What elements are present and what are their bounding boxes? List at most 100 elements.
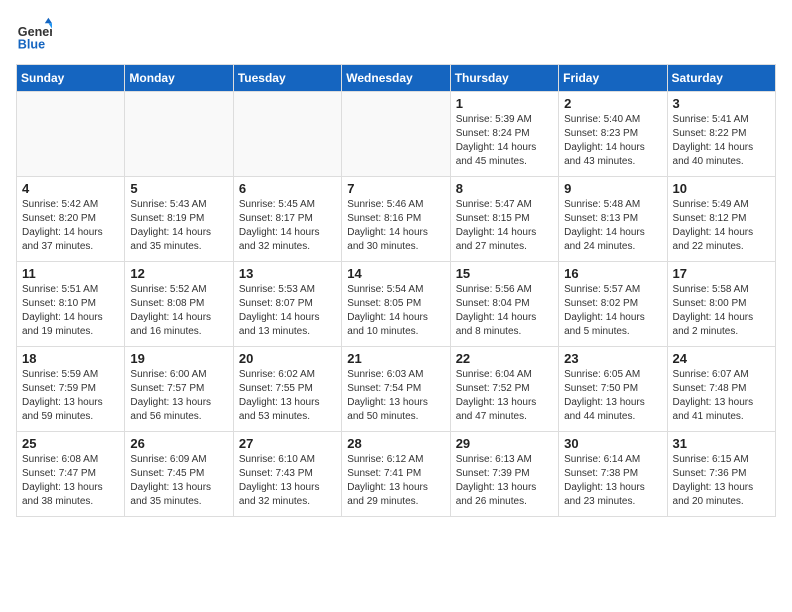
day-number: 18 [22, 351, 119, 366]
day-content: Sunrise: 5:51 AM Sunset: 8:10 PM Dayligh… [22, 283, 119, 339]
day-number: 11 [22, 266, 119, 281]
day-content: Sunrise: 5:42 AM Sunset: 8:20 PM Dayligh… [22, 198, 119, 254]
day-number: 23 [564, 351, 661, 366]
day-number: 27 [239, 436, 336, 451]
day-number: 16 [564, 266, 661, 281]
page-header: General Blue [16, 16, 776, 52]
calendar-cell: 5 Sunrise: 5:43 AM Sunset: 8:19 PM Daylig… [125, 177, 233, 262]
day-number: 4 [22, 181, 119, 196]
day-content: Sunrise: 5:57 AM Sunset: 8:02 PM Dayligh… [564, 283, 661, 339]
day-header-tuesday: Tuesday [233, 65, 341, 92]
calendar-cell: 19 Sunrise: 6:00 AM Sunset: 7:57 PM Dayli… [125, 347, 233, 432]
week-row-2: 4 Sunrise: 5:42 AM Sunset: 8:20 PM Daylig… [17, 177, 776, 262]
calendar-cell [125, 92, 233, 177]
week-row-5: 25 Sunrise: 6:08 AM Sunset: 7:47 PM Dayli… [17, 432, 776, 517]
calendar-cell: 20 Sunrise: 6:02 AM Sunset: 7:55 PM Dayli… [233, 347, 341, 432]
day-content: Sunrise: 6:02 AM Sunset: 7:55 PM Dayligh… [239, 368, 336, 424]
calendar-cell: 11 Sunrise: 5:51 AM Sunset: 8:10 PM Dayli… [17, 262, 125, 347]
day-content: Sunrise: 6:10 AM Sunset: 7:43 PM Dayligh… [239, 453, 336, 509]
day-number: 21 [347, 351, 444, 366]
day-number: 31 [673, 436, 770, 451]
calendar-cell: 15 Sunrise: 5:56 AM Sunset: 8:04 PM Dayli… [450, 262, 558, 347]
day-number: 20 [239, 351, 336, 366]
day-number: 30 [564, 436, 661, 451]
day-content: Sunrise: 5:56 AM Sunset: 8:04 PM Dayligh… [456, 283, 553, 339]
day-content: Sunrise: 5:49 AM Sunset: 8:12 PM Dayligh… [673, 198, 770, 254]
calendar-cell: 7 Sunrise: 5:46 AM Sunset: 8:16 PM Daylig… [342, 177, 450, 262]
day-content: Sunrise: 5:40 AM Sunset: 8:23 PM Dayligh… [564, 113, 661, 169]
calendar-cell: 21 Sunrise: 6:03 AM Sunset: 7:54 PM Dayli… [342, 347, 450, 432]
logo: General Blue [16, 16, 52, 52]
day-number: 25 [22, 436, 119, 451]
day-number: 10 [673, 181, 770, 196]
day-content: Sunrise: 6:13 AM Sunset: 7:39 PM Dayligh… [456, 453, 553, 509]
calendar-cell: 12 Sunrise: 5:52 AM Sunset: 8:08 PM Dayli… [125, 262, 233, 347]
day-header-wednesday: Wednesday [342, 65, 450, 92]
day-content: Sunrise: 5:52 AM Sunset: 8:08 PM Dayligh… [130, 283, 227, 339]
day-header-sunday: Sunday [17, 65, 125, 92]
day-content: Sunrise: 6:09 AM Sunset: 7:45 PM Dayligh… [130, 453, 227, 509]
day-content: Sunrise: 5:45 AM Sunset: 8:17 PM Dayligh… [239, 198, 336, 254]
calendar-cell: 30Sunrise: 6:14 AM Sunset: 7:38 PM Dayli… [559, 432, 667, 517]
day-number: 5 [130, 181, 227, 196]
day-header-thursday: Thursday [450, 65, 558, 92]
calendar-cell: 9 Sunrise: 5:48 AM Sunset: 8:13 PM Daylig… [559, 177, 667, 262]
calendar-cell: 14Sunrise: 5:54 AM Sunset: 8:05 PM Dayli… [342, 262, 450, 347]
week-row-4: 18 Sunrise: 5:59 AM Sunset: 7:59 PM Dayli… [17, 347, 776, 432]
day-content: Sunrise: 5:48 AM Sunset: 8:13 PM Dayligh… [564, 198, 661, 254]
day-number: 17 [673, 266, 770, 281]
days-header-row: SundayMondayTuesdayWednesdayThursdayFrid… [17, 65, 776, 92]
calendar-cell: 2 Sunrise: 5:40 AM Sunset: 8:23 PM Daylig… [559, 92, 667, 177]
calendar-table: SundayMondayTuesdayWednesdayThursdayFrid… [16, 64, 776, 517]
day-number: 29 [456, 436, 553, 451]
calendar-cell: 8Sunrise: 5:47 AM Sunset: 8:15 PM Daylig… [450, 177, 558, 262]
day-content: Sunrise: 6:03 AM Sunset: 7:54 PM Dayligh… [347, 368, 444, 424]
day-header-monday: Monday [125, 65, 233, 92]
day-number: 28 [347, 436, 444, 451]
calendar-cell: 31 Sunrise: 6:15 AM Sunset: 7:36 PM Dayli… [667, 432, 775, 517]
calendar-cell: 1Sunrise: 5:39 AM Sunset: 8:24 PM Daylig… [450, 92, 558, 177]
day-number: 26 [130, 436, 227, 451]
day-content: Sunrise: 6:07 AM Sunset: 7:48 PM Dayligh… [673, 368, 770, 424]
calendar-cell: 3Sunrise: 5:41 AM Sunset: 8:22 PM Daylig… [667, 92, 775, 177]
day-content: Sunrise: 6:15 AM Sunset: 7:36 PM Dayligh… [673, 453, 770, 509]
calendar-cell: 25 Sunrise: 6:08 AM Sunset: 7:47 PM Dayli… [17, 432, 125, 517]
day-header-friday: Friday [559, 65, 667, 92]
day-number: 9 [564, 181, 661, 196]
calendar-cell [17, 92, 125, 177]
day-content: Sunrise: 5:58 AM Sunset: 8:00 PM Dayligh… [673, 283, 770, 339]
calendar-cell: 4 Sunrise: 5:42 AM Sunset: 8:20 PM Daylig… [17, 177, 125, 262]
calendar-cell: 18 Sunrise: 5:59 AM Sunset: 7:59 PM Dayli… [17, 347, 125, 432]
day-number: 14 [347, 266, 444, 281]
day-number: 8 [456, 181, 553, 196]
day-content: Sunrise: 6:08 AM Sunset: 7:47 PM Dayligh… [22, 453, 119, 509]
svg-text:Blue: Blue [18, 37, 45, 51]
day-number: 22 [456, 351, 553, 366]
calendar-cell: 13Sunrise: 5:53 AM Sunset: 8:07 PM Dayli… [233, 262, 341, 347]
day-number: 19 [130, 351, 227, 366]
day-content: Sunrise: 5:46 AM Sunset: 8:16 PM Dayligh… [347, 198, 444, 254]
day-number: 2 [564, 96, 661, 111]
calendar-cell: 23Sunrise: 6:05 AM Sunset: 7:50 PM Dayli… [559, 347, 667, 432]
day-number: 24 [673, 351, 770, 366]
week-row-1: 1Sunrise: 5:39 AM Sunset: 8:24 PM Daylig… [17, 92, 776, 177]
day-number: 3 [673, 96, 770, 111]
day-content: Sunrise: 6:04 AM Sunset: 7:52 PM Dayligh… [456, 368, 553, 424]
logo-icon: General Blue [16, 16, 52, 52]
calendar-cell: 29 Sunrise: 6:13 AM Sunset: 7:39 PM Dayli… [450, 432, 558, 517]
day-number: 15 [456, 266, 553, 281]
calendar-cell [233, 92, 341, 177]
calendar-cell: 22 Sunrise: 6:04 AM Sunset: 7:52 PM Dayli… [450, 347, 558, 432]
calendar-cell: 24 Sunrise: 6:07 AM Sunset: 7:48 PM Dayli… [667, 347, 775, 432]
calendar-cell: 17 Sunrise: 5:58 AM Sunset: 8:00 PM Dayli… [667, 262, 775, 347]
day-content: Sunrise: 5:53 AM Sunset: 8:07 PM Dayligh… [239, 283, 336, 339]
calendar-cell: 27 Sunrise: 6:10 AM Sunset: 7:43 PM Dayli… [233, 432, 341, 517]
day-content: Sunrise: 5:43 AM Sunset: 8:19 PM Dayligh… [130, 198, 227, 254]
day-content: Sunrise: 6:00 AM Sunset: 7:57 PM Dayligh… [130, 368, 227, 424]
week-row-3: 11 Sunrise: 5:51 AM Sunset: 8:10 PM Dayli… [17, 262, 776, 347]
day-number: 12 [130, 266, 227, 281]
calendar-cell: 10 Sunrise: 5:49 AM Sunset: 8:12 PM Dayli… [667, 177, 775, 262]
day-number: 7 [347, 181, 444, 196]
calendar-cell [342, 92, 450, 177]
day-content: Sunrise: 5:59 AM Sunset: 7:59 PM Dayligh… [22, 368, 119, 424]
